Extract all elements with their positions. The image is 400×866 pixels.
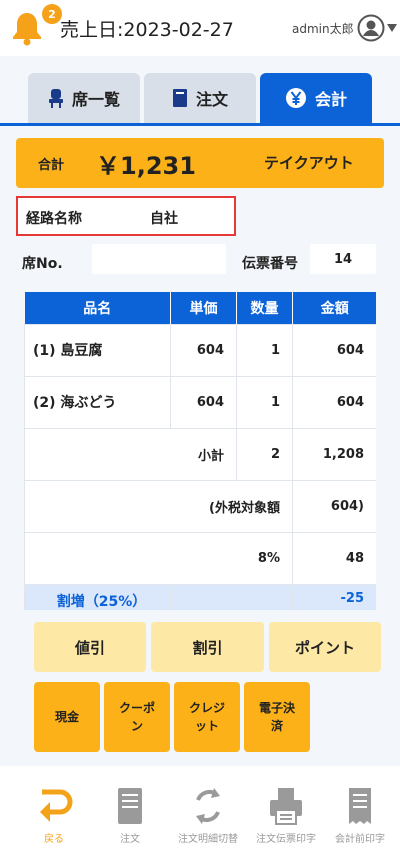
- total-amount: ￥1,231: [96, 152, 196, 180]
- pay-emoney-button[interactable]: 電子決済: [244, 682, 310, 752]
- nav-print-order-slip[interactable]: 注文伝票印字: [246, 786, 326, 845]
- points-button[interactable]: ポイント: [269, 622, 381, 672]
- surcharge-spacer: [170, 583, 293, 610]
- user-avatar-icon[interactable]: [357, 14, 385, 42]
- route-label: 経路名称: [26, 211, 82, 227]
- table-row[interactable]: (2) 海ぶどう 604 1 604: [24, 375, 376, 429]
- header-amount: 金額: [292, 292, 376, 324]
- order-table[interactable]: 品名 単価 数量 金額 (1) 島豆腐 604 1 604 (2) 海ぶどう 6…: [24, 292, 376, 610]
- chevron-down-icon[interactable]: [387, 24, 397, 32]
- subtotal-qty: 2: [236, 427, 293, 481]
- order-type: テイクアウト: [264, 154, 354, 172]
- back-arrow-icon: [40, 789, 73, 822]
- seat-icon: [48, 89, 63, 108]
- nav-order[interactable]: 注文: [90, 786, 170, 845]
- nav-back[interactable]: 戻る: [14, 786, 94, 845]
- nav-toggle-details-label: 注文明細切替: [178, 834, 238, 845]
- username[interactable]: admin太郎: [292, 20, 354, 37]
- table-row[interactable]: (1) 島豆腐 604 1 604: [24, 323, 376, 377]
- pay-credit-button[interactable]: クレジット: [174, 682, 240, 752]
- slip-number-field[interactable]: 14: [310, 244, 376, 274]
- nav-toggle-details[interactable]: 注文明細切替: [168, 786, 248, 845]
- slip-label: 伝票番号: [242, 256, 298, 272]
- receipt-icon: [349, 788, 371, 824]
- item-name: (1) 島豆腐: [24, 323, 171, 377]
- refresh-icon: [196, 788, 220, 824]
- tab-order-label: 注文: [195, 90, 228, 109]
- tab-seat-list[interactable]: 席一覧: [28, 73, 140, 123]
- table-header-row: 品名 単価 数量 金額: [24, 292, 376, 324]
- top-bar: 2 売上日:2023-02-27 admin太郎: [0, 0, 400, 56]
- nav-print-prebill[interactable]: 会計前印字: [320, 786, 400, 845]
- surcharge-row[interactable]: 割増（25%） -25: [24, 583, 376, 610]
- tab-seat-list-label: 席一覧: [71, 90, 120, 109]
- tax-amount: 48: [292, 531, 376, 585]
- printer-icon: [270, 788, 302, 825]
- subtotal-amount: 1,208: [292, 427, 376, 481]
- tax-row: 8% 48: [24, 531, 376, 585]
- notification-badge: 2: [42, 4, 62, 24]
- nav-print-prebill-label: 会計前印字: [335, 834, 385, 845]
- tax-rate: 8%: [24, 531, 293, 585]
- header-quantity: 数量: [236, 292, 293, 324]
- item-amount: 604: [292, 375, 376, 429]
- bell-icon[interactable]: [10, 10, 44, 46]
- route-field[interactable]: 経路名称 自社: [16, 196, 236, 236]
- item-price: 604: [170, 375, 237, 429]
- tab-checkout[interactable]: 会計: [260, 73, 372, 123]
- seat-number-field[interactable]: [92, 244, 226, 274]
- taxable-amount: 604): [292, 479, 376, 533]
- total-label: 合計: [38, 158, 65, 173]
- item-qty: 1: [236, 375, 293, 429]
- surcharge-label: 割増（25%）: [24, 583, 171, 610]
- seat-label: 席No.: [22, 256, 63, 272]
- discount-rate-button[interactable]: 割引: [151, 622, 264, 672]
- nav-back-label: 戻る: [44, 834, 64, 845]
- book-icon: [172, 89, 187, 107]
- sales-date: 売上日:2023-02-27: [60, 19, 234, 41]
- tab-underline: [0, 123, 400, 126]
- taxable-row: (外税対象額 604): [24, 479, 376, 533]
- pay-coupon-button[interactable]: クーポン: [104, 682, 170, 752]
- item-qty: 1: [236, 323, 293, 377]
- surcharge-amount: -25: [292, 583, 376, 610]
- taxable-label: (外税対象額: [24, 479, 293, 533]
- tab-order[interactable]: 注文: [144, 73, 256, 123]
- header-item-name: 品名: [24, 292, 171, 324]
- pay-cash-button[interactable]: 現金: [34, 682, 100, 752]
- route-value: 自社: [150, 211, 178, 227]
- subtotal-row: 小計 2 1,208: [24, 427, 376, 481]
- yen-icon: [285, 88, 306, 108]
- tab-checkout-label: 会計: [314, 90, 347, 109]
- subtotal-label: 小計: [24, 427, 237, 481]
- nav-order-label: 注文: [120, 834, 140, 845]
- bottom-nav: 戻る 注文 注文明細切替 注文伝票印字 会計前印字: [0, 766, 400, 866]
- item-name: (2) 海ぶどう: [24, 375, 171, 429]
- total-bar: 合計 ￥1,231 テイクアウト: [16, 138, 384, 188]
- order-sheet-icon: [118, 788, 142, 824]
- nav-print-order-slip-label: 注文伝票印字: [256, 834, 316, 845]
- main-panel: 席一覧 注文 会計 合計 ￥1,231 テイクアウト 経路名称 自社 席No. …: [0, 56, 400, 766]
- discount-value-button[interactable]: 値引: [34, 622, 146, 672]
- item-amount: 604: [292, 323, 376, 377]
- item-price: 604: [170, 323, 237, 377]
- header-unit-price: 単価: [170, 292, 237, 324]
